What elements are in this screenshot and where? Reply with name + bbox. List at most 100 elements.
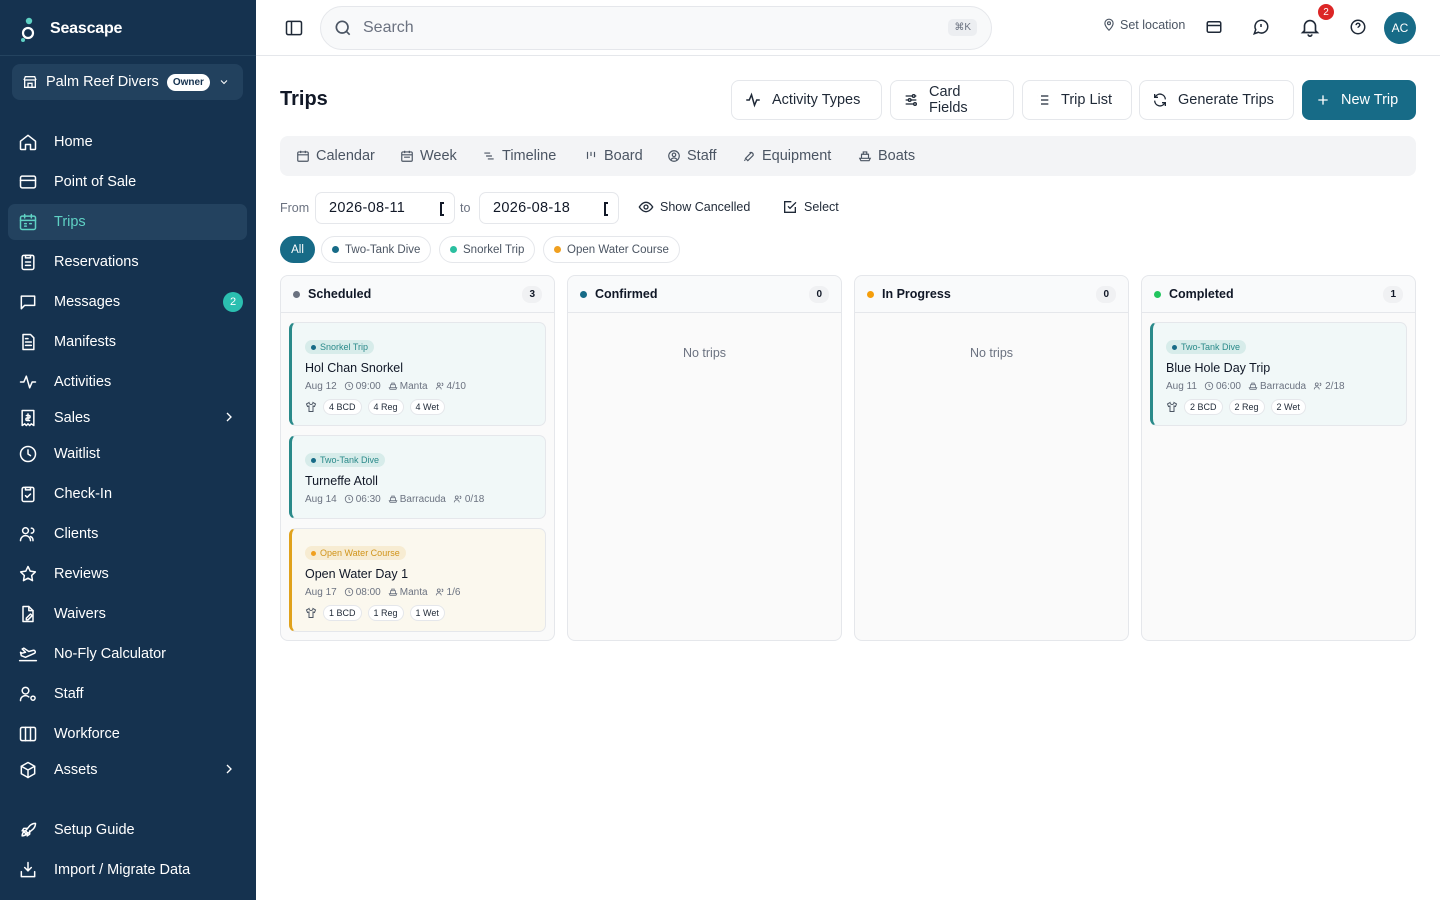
register-icon[interactable]: [1205, 18, 1223, 36]
sidebar-item-import-migrate-data[interactable]: Import / Migrate Data: [8, 852, 247, 888]
org-name: Palm Reef Divers: [46, 74, 159, 90]
sidebar-item-staff[interactable]: Staff: [8, 676, 247, 712]
columns-icon: [18, 724, 38, 744]
filter-chip-all[interactable]: All: [280, 236, 315, 263]
panel-toggle-icon[interactable]: [284, 18, 304, 38]
topbar: ⌘K Set location 2 AC: [256, 0, 1440, 56]
trip-boat: Manta: [399, 586, 428, 598]
filter-chip-open-water-course[interactable]: Open Water Course: [543, 236, 680, 263]
filter-chip-snorkel-trip[interactable]: Snorkel Trip: [439, 236, 536, 263]
card-fields-button[interactable]: Card Fields: [890, 80, 1014, 120]
sidebar-item-activities[interactable]: Activities: [8, 364, 247, 400]
tab-calendar[interactable]: Calendar: [296, 136, 375, 176]
filter-chip-two-tank-dive[interactable]: Two-Tank Dive: [321, 236, 432, 263]
select-button[interactable]: Select: [782, 199, 839, 215]
eye-icon: [638, 199, 654, 215]
set-location-label: Set location: [1120, 18, 1186, 32]
column-count: 0: [809, 285, 829, 303]
brand-name: Seascape: [50, 20, 123, 37]
avatar[interactable]: AC: [1384, 12, 1416, 44]
sidebar-item-check-in[interactable]: Check-In: [8, 476, 247, 512]
sidebar-item-workforce[interactable]: Workforce: [8, 716, 247, 752]
tab-equipment[interactable]: Equipment: [742, 136, 831, 176]
empty-state: No trips: [969, 346, 1014, 360]
activity-icon: [18, 372, 38, 392]
board-column-scheduled: Scheduled 3 Snorkel Trip Hol Chan Snorkel Au…: [280, 275, 555, 641]
sidebar-item-reviews[interactable]: Reviews: [8, 556, 247, 592]
board-column-in-progress: In Progress 0 No trips: [854, 275, 1129, 641]
column-title: Confirmed: [595, 287, 658, 301]
trip-date: Aug 11: [1166, 380, 1197, 392]
shirt-icon: [305, 607, 317, 619]
trip-card[interactable]: Two-Tank Dive Turneffe Atoll Aug 14 06:30 Ba…: [289, 435, 546, 519]
sidebar-item-clients[interactable]: Clients: [8, 516, 247, 552]
refresh-icon: [1152, 92, 1168, 108]
sidebar-item-waivers[interactable]: Waivers: [8, 596, 247, 632]
help-icon[interactable]: [1349, 18, 1367, 36]
clock-icon: [344, 587, 354, 597]
trip-boat: Barracuda: [399, 493, 446, 505]
sidebar-item-point-of-sale[interactable]: Point of Sale: [8, 164, 247, 200]
set-location-button[interactable]: Set location: [1102, 18, 1185, 32]
card-fields-label: Card Fields: [929, 84, 968, 116]
search-bar[interactable]: ⌘K: [320, 6, 992, 50]
search-input[interactable]: [363, 19, 923, 37]
sidebar-item-waitlist[interactable]: Waitlist: [8, 436, 247, 472]
to-date-value: 2026-08-18: [493, 200, 571, 216]
board-column-completed: Completed 1 Two-Tank Dive Blue Hole Day Tri…: [1141, 275, 1416, 641]
tab-staff[interactable]: Staff: [667, 136, 717, 176]
sidebar-item-assets[interactable]: Assets: [8, 752, 247, 788]
users-icon: [1313, 381, 1323, 391]
tab-board[interactable]: Board: [584, 136, 643, 176]
tab-staff-label: Staff: [687, 148, 717, 164]
new-trip-button[interactable]: New Trip: [1302, 80, 1416, 120]
column-header: Scheduled 3: [281, 276, 554, 313]
tab-boats[interactable]: Boats: [858, 136, 915, 176]
gear-chip: 4 BCD: [323, 398, 362, 415]
user-circle-icon: [667, 149, 681, 163]
org-switcher[interactable]: Palm Reef Divers Owner: [12, 64, 243, 100]
trip-card[interactable]: Two-Tank Dive Blue Hole Day Trip Aug 11 06:…: [1150, 322, 1407, 426]
status-dot-icon: [1154, 290, 1161, 298]
clock-icon: [344, 494, 354, 504]
sidebar-item-setup-guide[interactable]: Setup Guide: [8, 812, 247, 848]
trip-capacity: 2/18: [1325, 380, 1345, 392]
ship-icon: [858, 149, 872, 163]
sidebar-item-messages[interactable]: Messages 2: [8, 284, 247, 320]
generate-trips-button[interactable]: Generate Trips: [1139, 80, 1294, 120]
trip-capacity: 1/6: [446, 586, 461, 598]
sidebar-item-trips[interactable]: Trips: [8, 204, 247, 240]
gear-summary: 1 BCD 1 Reg 1 Wet: [305, 604, 533, 621]
brand[interactable]: Seascape: [20, 14, 122, 44]
sidebar-item-no-fly-calculator[interactable]: No-Fly Calculator: [8, 636, 247, 672]
trip-card[interactable]: Open Water Course Open Water Day 1 Aug 17 0…: [289, 528, 546, 632]
trip-type-label: Two-Tank Dive: [1181, 342, 1241, 352]
bell-icon[interactable]: [1299, 16, 1321, 38]
tab-timeline[interactable]: Timeline: [482, 136, 556, 176]
empty-state: No trips: [682, 346, 727, 360]
sidebar-item-reservations[interactable]: Reservations: [8, 244, 247, 280]
boat-icon: [1248, 381, 1258, 391]
to-date-input[interactable]: 2026-08-18: [479, 192, 619, 224]
calendar-picker-icon[interactable]: [600, 201, 614, 217]
clock-icon: [1204, 381, 1214, 391]
sidebar-item-label: Assets: [54, 762, 98, 778]
activity-types-button[interactable]: Activity Types: [731, 80, 882, 120]
feedback-icon[interactable]: [1252, 18, 1270, 36]
trip-time: 08:00: [355, 586, 381, 598]
trip-type-label: Two-Tank Dive: [320, 455, 380, 465]
tab-week[interactable]: Week: [400, 136, 457, 176]
sidebar-item-sales[interactable]: Sales: [8, 400, 247, 436]
sidebar-item-home[interactable]: Home: [8, 124, 247, 160]
tab-equipment-label: Equipment: [762, 148, 832, 164]
trip-meta: Aug 14 06:30 Barracuda 0/18: [305, 494, 533, 505]
sidebar-item-manifests[interactable]: Manifests: [8, 324, 247, 360]
trip-list-button[interactable]: Trip List: [1022, 80, 1132, 120]
column-header: In Progress 0: [855, 276, 1128, 313]
calendar-picker-icon[interactable]: [436, 201, 450, 217]
column-count: 0: [1096, 285, 1116, 303]
trip-card[interactable]: Snorkel Trip Hol Chan Snorkel Aug 12 09:00 M…: [289, 322, 546, 426]
chevron-right-icon: [221, 761, 237, 777]
from-date-input[interactable]: 2026-08-11: [315, 192, 455, 224]
show-cancelled-toggle[interactable]: Show Cancelled: [638, 199, 750, 215]
